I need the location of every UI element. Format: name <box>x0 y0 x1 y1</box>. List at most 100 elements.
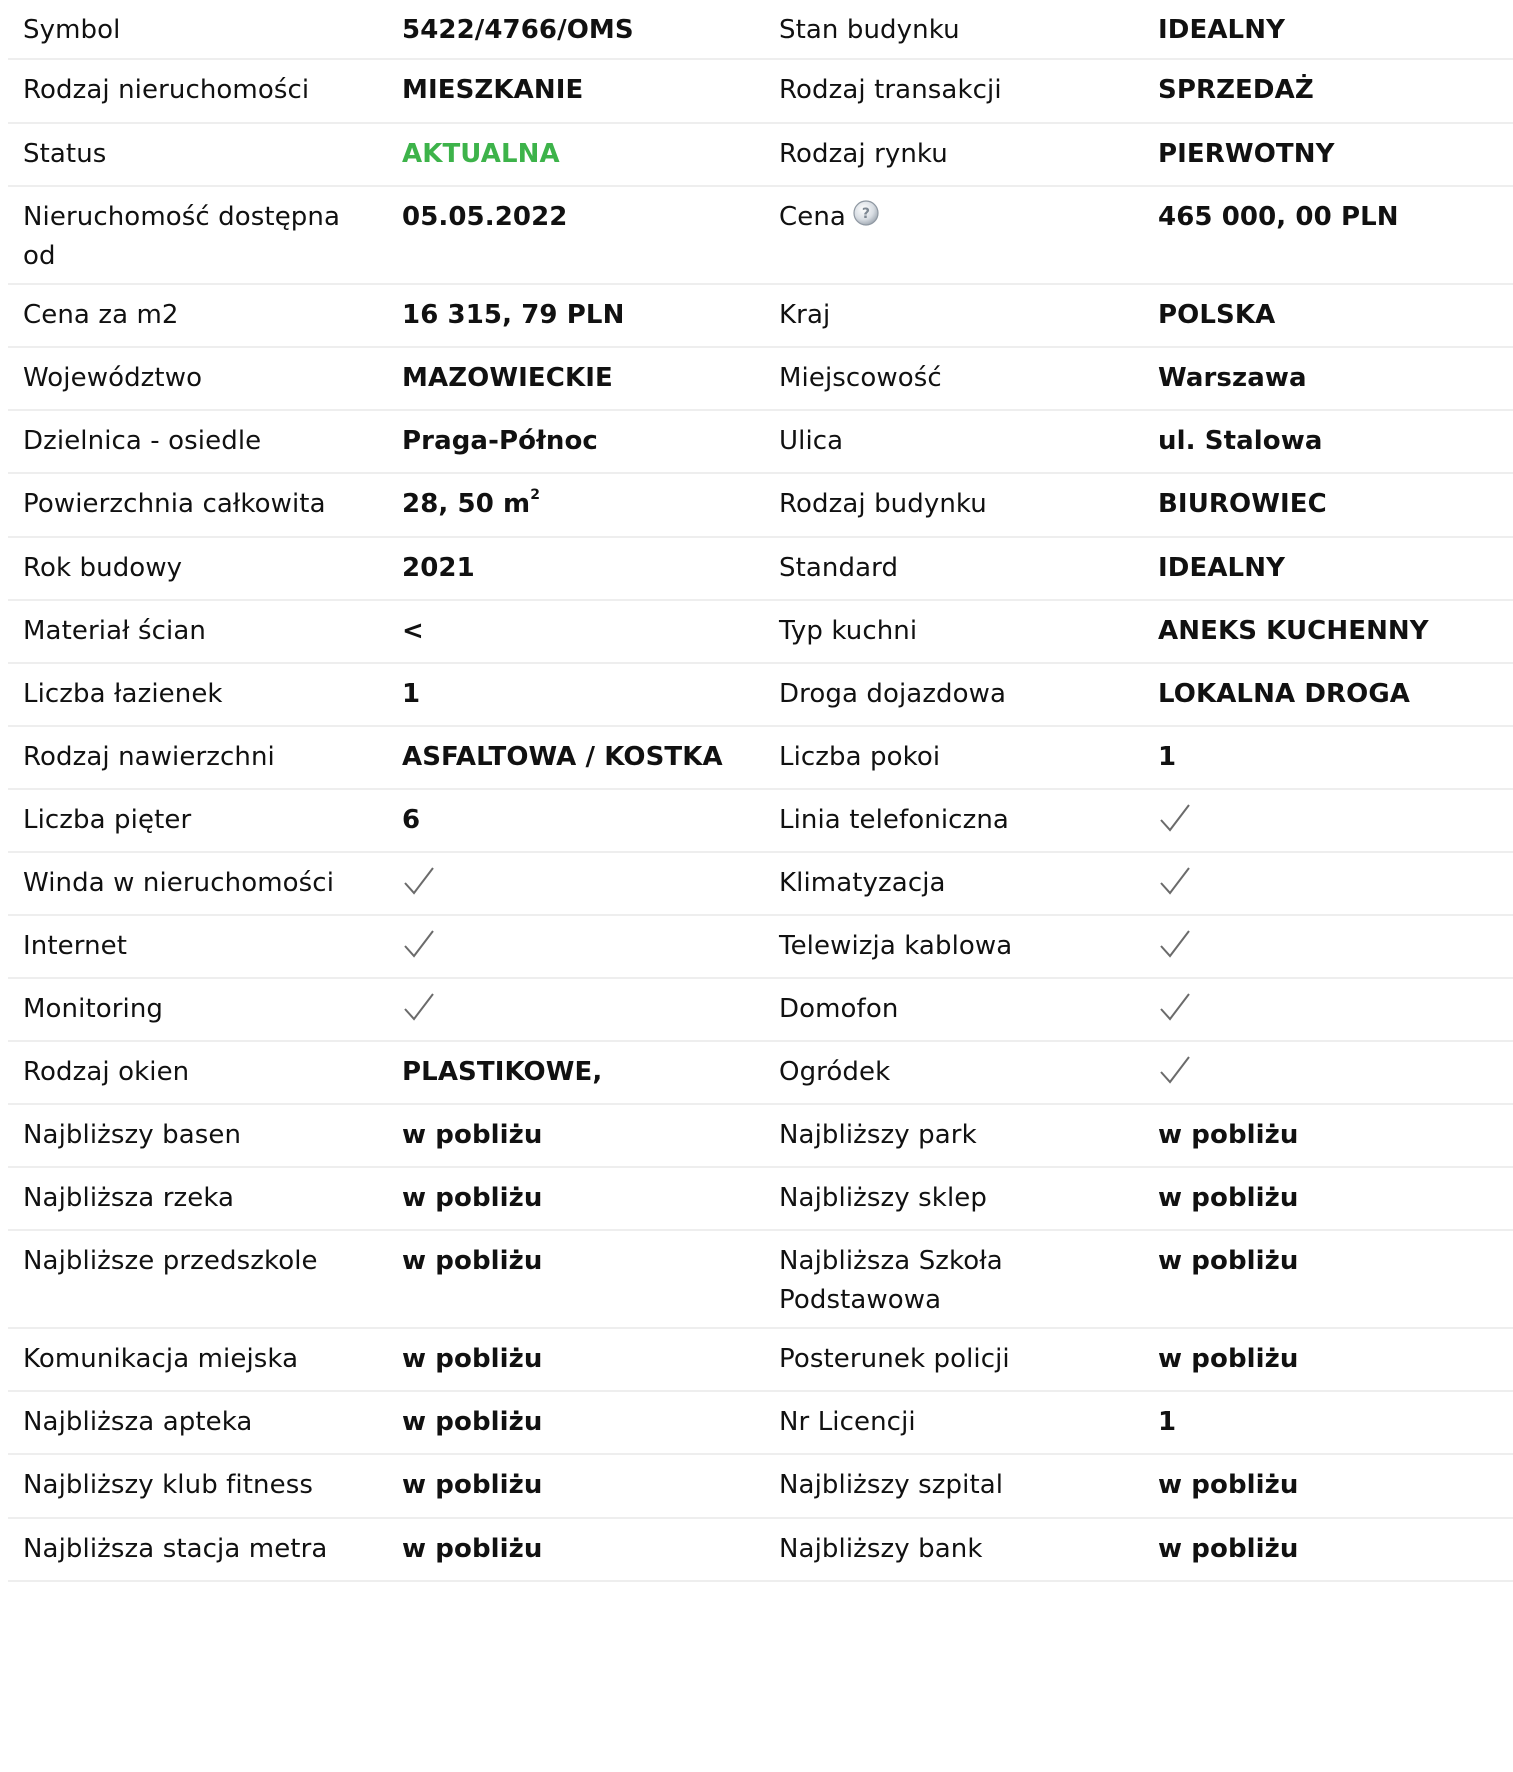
value-dzielnica: Praga-Północ <box>386 411 764 474</box>
label-najblizsze-przedszkole: Najbliższe przedszkole <box>8 1231 386 1329</box>
label-liczba-pieter: Liczba pięter <box>8 790 386 853</box>
value-linia-telefoniczna <box>1142 790 1513 853</box>
label-najblizszy-park: Najbliższy park <box>764 1105 1142 1168</box>
value-dostepna-od: 05.05.2022 <box>386 187 764 285</box>
value-najblizszy-szpital: w pobliżu <box>1142 1455 1513 1519</box>
label-dzielnica: Dzielnica - osiedle <box>8 411 386 474</box>
label-posterunek-policji: Posterunek policji <box>764 1329 1142 1392</box>
value-rodzaj-rynku: PIERWOTNY <box>1142 124 1513 187</box>
value-najblizszy-sklep: w pobliżu <box>1142 1168 1513 1231</box>
value-liczba-pieter: 6 <box>386 790 764 853</box>
value-najblizsza-rzeka: w pobliżu <box>386 1168 764 1231</box>
value-rodzaj-nieruchomosci: MIESZKANIE <box>386 60 764 124</box>
value-miejscowosc: Warszawa <box>1142 348 1513 411</box>
value-ogrodek <box>1142 1042 1513 1105</box>
label-status: Status <box>8 124 386 187</box>
check-icon <box>404 929 434 958</box>
label-rodzaj-budynku: Rodzaj budynku <box>764 474 1142 538</box>
value-powierzchnia-sup: 2 <box>530 487 541 504</box>
value-nr-licencji: 1 <box>1142 1392 1513 1455</box>
value-standard: IDEALNY <box>1142 538 1513 601</box>
value-status: AKTUALNA <box>386 124 764 187</box>
check-icon <box>404 866 434 895</box>
value-symbol: 5422/4766/OMS <box>386 0 764 60</box>
label-powierzchnia: Powierzchnia całkowita <box>8 474 386 538</box>
value-monitoring <box>386 979 764 1042</box>
value-najblizsze-przedszkole: w pobliżu <box>386 1231 764 1329</box>
check-icon <box>1160 1055 1190 1084</box>
label-rok-budowy: Rok budowy <box>8 538 386 601</box>
label-ulica: Ulica <box>764 411 1142 474</box>
label-miejscowosc: Miejscowość <box>764 348 1142 411</box>
label-nr-licencji: Nr Licencji <box>764 1392 1142 1455</box>
value-najblizszy-bank: w pobliżu <box>1142 1519 1513 1582</box>
label-telewizja-kablowa: Telewizja kablowa <box>764 916 1142 979</box>
label-winda: Winda w nieruchomości <box>8 853 386 916</box>
label-klimatyzacja: Klimatyzacja <box>764 853 1142 916</box>
label-droga-dojazdowa: Droga dojazdowa <box>764 664 1142 727</box>
value-domofon <box>1142 979 1513 1042</box>
label-standard: Standard <box>764 538 1142 601</box>
check-icon <box>404 992 434 1021</box>
check-icon <box>1160 803 1190 832</box>
label-kraj: Kraj <box>764 285 1142 348</box>
value-rodzaj-okien: PLASTIKOWE, <box>386 1042 764 1105</box>
check-icon <box>1160 929 1190 958</box>
value-klimatyzacja <box>1142 853 1513 916</box>
label-rodzaj-okien: Rodzaj okien <box>8 1042 386 1105</box>
label-internet: Internet <box>8 916 386 979</box>
check-icon <box>1160 866 1190 895</box>
value-najblizsza-apteka: w pobliżu <box>386 1392 764 1455</box>
label-najblizszy-sklep: Najbliższy sklep <box>764 1168 1142 1231</box>
label-domofon: Domofon <box>764 979 1142 1042</box>
property-details-table: Symbol 5422/4766/OMS Stan budynku IDEALN… <box>8 0 1513 1582</box>
value-cena: 465 000, 00 PLN <box>1142 187 1513 285</box>
label-monitoring: Monitoring <box>8 979 386 1042</box>
value-material-scian: < <box>386 601 764 664</box>
value-stan-budynku: IDEALNY <box>1142 0 1513 60</box>
label-rodzaj-nieruchomosci: Rodzaj nieruchomości <box>8 60 386 124</box>
label-cena-za-m2: Cena za m2 <box>8 285 386 348</box>
label-najblizszy-szpital: Najbliższy szpital <box>764 1455 1142 1519</box>
value-rodzaj-nawierzchni: ASFALTOWA / KOSTKA <box>386 727 764 790</box>
label-rodzaj-nawierzchni: Rodzaj nawierzchni <box>8 727 386 790</box>
label-liczba-lazienek: Liczba łazienek <box>8 664 386 727</box>
label-rodzaj-rynku: Rodzaj rynku <box>764 124 1142 187</box>
value-posterunek-policji: w pobliżu <box>1142 1329 1513 1392</box>
label-najblizszy-bank: Najbliższy bank <box>764 1519 1142 1582</box>
label-linia-telefoniczna: Linia telefoniczna <box>764 790 1142 853</box>
label-typ-kuchni: Typ kuchni <box>764 601 1142 664</box>
value-ulica: ul. Stalowa <box>1142 411 1513 474</box>
label-najblizsza-szkola: Najbliższa Szkoła Podstawowa <box>764 1231 1142 1329</box>
value-typ-kuchni: ANEKS KUCHENNY <box>1142 601 1513 664</box>
value-powierzchnia-text: 28, 50 m <box>402 489 531 519</box>
label-rodzaj-transakcji: Rodzaj transakcji <box>764 60 1142 124</box>
value-komunikacja-miejska: w pobliżu <box>386 1329 764 1392</box>
value-internet <box>386 916 764 979</box>
label-najblizsza-rzeka: Najbliższa rzeka <box>8 1168 386 1231</box>
value-najblizszy-basen: w pobliżu <box>386 1105 764 1168</box>
value-telewizja-kablowa <box>1142 916 1513 979</box>
value-liczba-lazienek: 1 <box>386 664 764 727</box>
value-najblizsza-szkola: w pobliżu <box>1142 1231 1513 1329</box>
check-icon <box>1160 992 1190 1021</box>
label-klub-fitness: Najbliższy klub fitness <box>8 1455 386 1519</box>
value-powierzchnia: 28, 50 m2 <box>386 474 764 538</box>
value-klub-fitness: w pobliżu <box>386 1455 764 1519</box>
label-stan-budynku: Stan budynku <box>764 0 1142 60</box>
label-ogrodek: Ogródek <box>764 1042 1142 1105</box>
value-rodzaj-budynku: BIUROWIEC <box>1142 474 1513 538</box>
help-icon[interactable]: ? <box>852 199 880 227</box>
value-wojewodztwo: MAZOWIECKIE <box>386 348 764 411</box>
label-wojewodztwo: Województwo <box>8 348 386 411</box>
value-najblizszy-park: w pobliżu <box>1142 1105 1513 1168</box>
value-rodzaj-transakcji: SPRZEDAŻ <box>1142 60 1513 124</box>
value-liczba-pokoi: 1 <box>1142 727 1513 790</box>
label-dostepna-od: Nieruchomość dostępna od <box>8 187 386 285</box>
value-rok-budowy: 2021 <box>386 538 764 601</box>
value-winda <box>386 853 764 916</box>
label-komunikacja-miejska: Komunikacja miejska <box>8 1329 386 1392</box>
value-kraj: POLSKA <box>1142 285 1513 348</box>
label-cena-text: Cena <box>779 202 846 232</box>
svg-text:?: ? <box>862 206 870 222</box>
